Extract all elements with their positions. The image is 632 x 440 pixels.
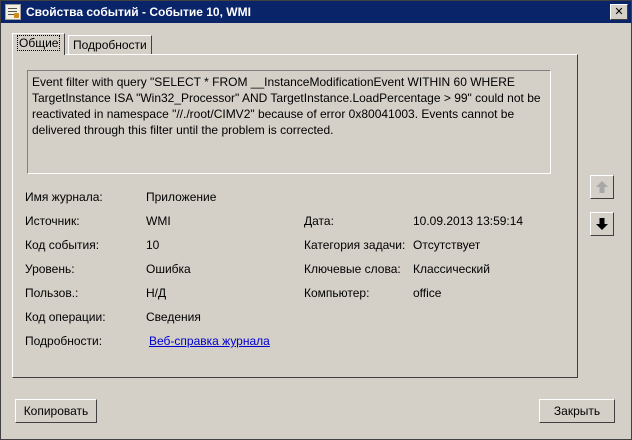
computer-value[interactable]: office [413,286,441,300]
title-bar[interactable]: Свойства событий - Событие 10, WMI ✕ [1,1,631,23]
event-id-value[interactable]: 10 [146,238,159,252]
event-log-online-help-link[interactable]: Веб-справка журнала [149,334,270,348]
next-event-button[interactable] [590,212,614,236]
tab-general-label: Общие [17,35,61,51]
date-value[interactable]: 10.09.2013 13:59:14 [413,214,523,228]
task-category-value[interactable]: Отсутствует [413,238,480,252]
computer-label: Компьютер: [304,286,370,300]
source-label: Источник: [25,214,80,228]
log-name-value[interactable]: Приложение [146,190,216,204]
user-label: Пользов.: [25,286,79,300]
user-value[interactable]: Н/Д [146,286,166,300]
event-id-label: Код события: [25,238,100,252]
keywords-value[interactable]: Классический [413,262,490,276]
close-button[interactable]: Закрыть [539,399,615,423]
level-label: Уровень: [25,262,75,276]
level-value[interactable]: Ошибка [146,262,191,276]
window-title: Свойства событий - Событие 10, WMI [26,5,251,19]
tab-general[interactable]: Общие [12,33,66,55]
opcode-value[interactable]: Сведения [146,310,201,324]
task-category-label: Категория задачи: [304,238,406,252]
arrow-up-icon [596,181,608,193]
event-viewer-icon [5,4,21,20]
log-name-label: Имя журнала: [25,190,103,204]
opcode-label: Код операции: [25,310,106,324]
tab-details[interactable]: Подробности [68,35,152,55]
close-window-button[interactable]: ✕ [610,4,628,20]
date-label: Дата: [304,214,334,228]
keywords-label: Ключевые слова: [304,262,401,276]
more-info-label: Подробности: [25,334,103,348]
tab-details-label: Подробности [73,38,147,52]
event-description[interactable]: Event filter with query "SELECT * FROM _… [27,70,551,174]
copy-button[interactable]: Копировать [15,399,97,423]
arrow-down-icon [596,218,608,230]
previous-event-button[interactable] [590,175,614,199]
source-value[interactable]: WMI [146,214,171,228]
